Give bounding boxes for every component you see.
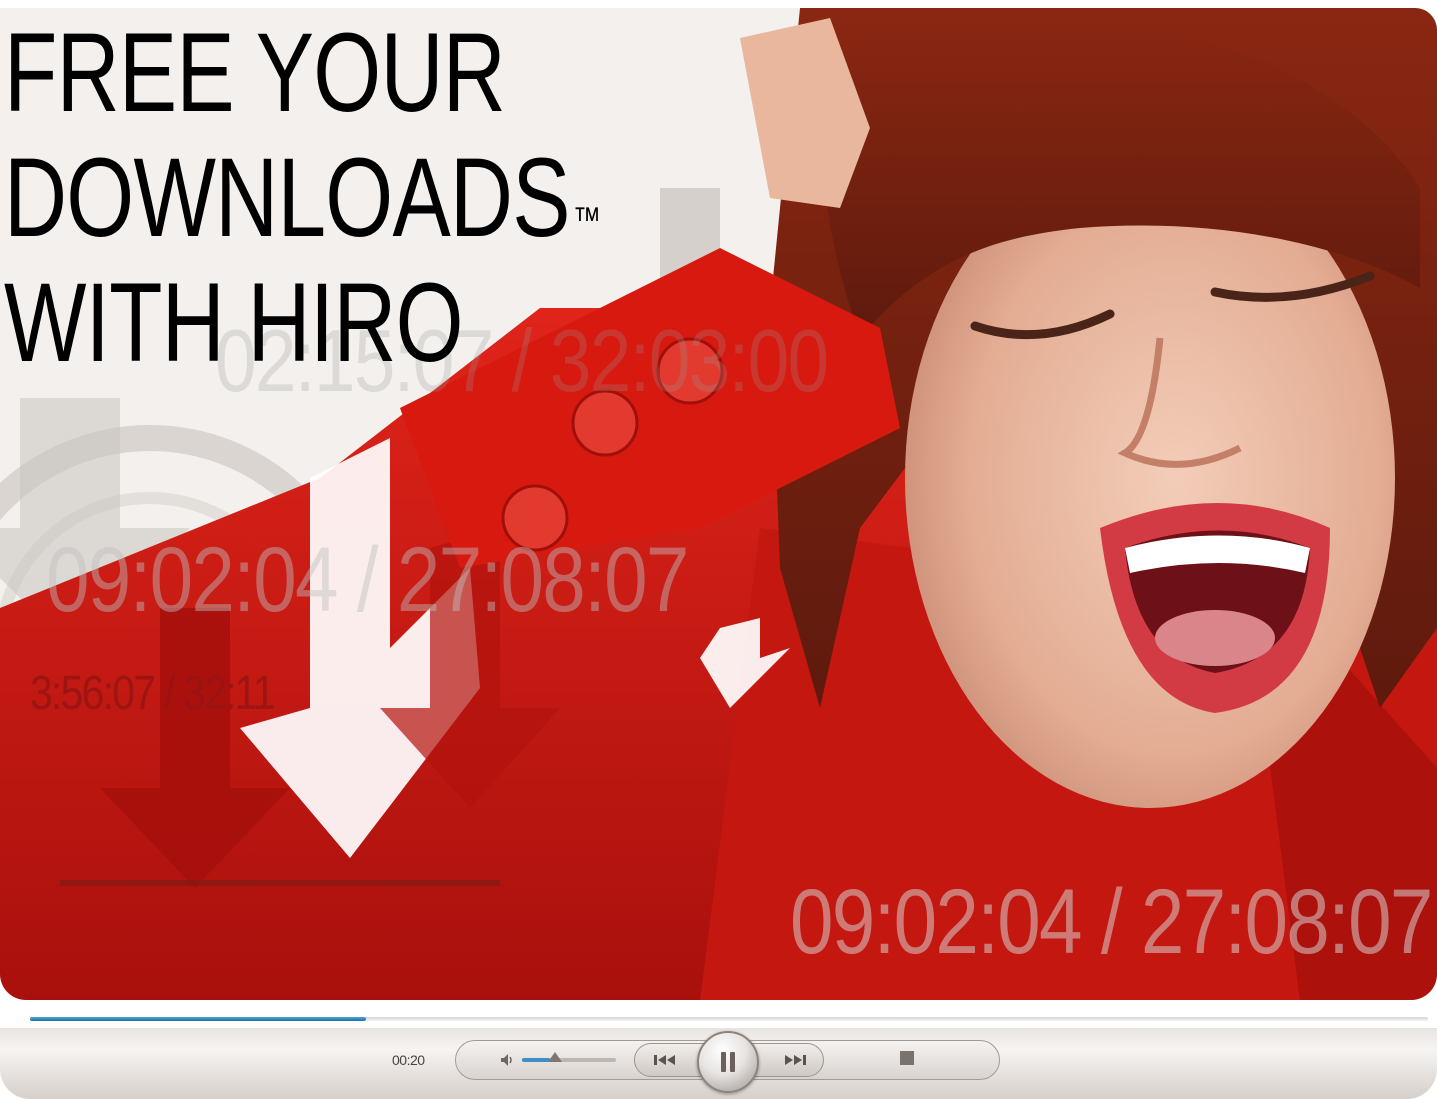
trademark-symbol: ™ (572, 199, 601, 240)
overlay-timecode: 09:02:04 / 27:08:07 (46, 529, 689, 631)
pause-icon (721, 1052, 735, 1072)
seek-bar-fill (30, 1017, 366, 1021)
volume-icon[interactable] (500, 1053, 516, 1067)
previous-button[interactable] (646, 1050, 686, 1070)
headline-line-3: WITH HIRO (4, 260, 464, 385)
seek-bar[interactable] (30, 1017, 1428, 1021)
overlay-timecode: 09:02:04 / 27:08:07 (790, 871, 1433, 973)
skip-forward-icon (785, 1055, 806, 1065)
headline-line-1: FREE YOUR (4, 10, 506, 135)
volume-slider[interactable] (522, 1058, 616, 1062)
next-button[interactable] (774, 1050, 814, 1070)
pause-button[interactable] (697, 1031, 759, 1093)
headline: FREE YOUR DOWNLOADS™ WITH HIRO (4, 10, 601, 385)
overlay-timecode: 3:56:07 / 32:11 (30, 667, 275, 720)
skip-back-icon (654, 1055, 675, 1065)
volume-slider-fill (522, 1058, 551, 1062)
elapsed-time: 00:20 (392, 1052, 425, 1068)
headline-line-2: DOWNLOADS™ (4, 135, 601, 260)
stop-button[interactable] (900, 1051, 914, 1065)
volume-knob[interactable] (548, 1052, 562, 1062)
headline-line-2-text: DOWNLOADS (4, 135, 571, 260)
